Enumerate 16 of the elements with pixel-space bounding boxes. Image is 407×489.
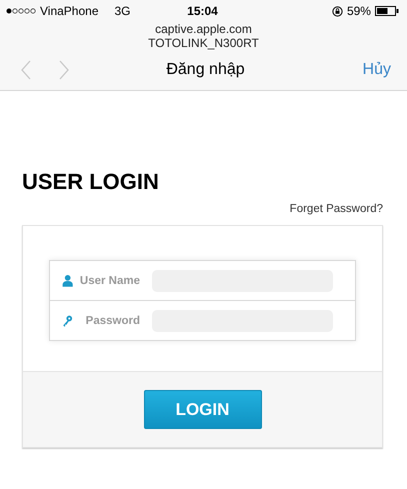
page-domain: captive.apple.com [154, 22, 253, 36]
network-name: TOTOLINK_N300RT [147, 36, 260, 50]
cancel-button[interactable]: Hủy [310, 61, 391, 79]
forgot-password-link[interactable]: Forget Password? [290, 203, 383, 215]
clock-time: 15:04 [187, 4, 218, 18]
page-heading: USER LOGIN [22, 169, 159, 195]
carrier-name: VinaPhone [40, 4, 98, 18]
login-button[interactable]: LOGIN [144, 390, 262, 429]
battery-percent: 59% [346, 4, 371, 18]
field-label: User Name [79, 274, 141, 286]
page-title: Đăng nhập [166, 61, 245, 79]
field-label: Password [84, 314, 141, 326]
signal-icon [6, 8, 36, 14]
rotation-lock-icon [332, 6, 343, 16]
battery-icon [374, 6, 399, 16]
network-type: 3G [114, 4, 131, 18]
